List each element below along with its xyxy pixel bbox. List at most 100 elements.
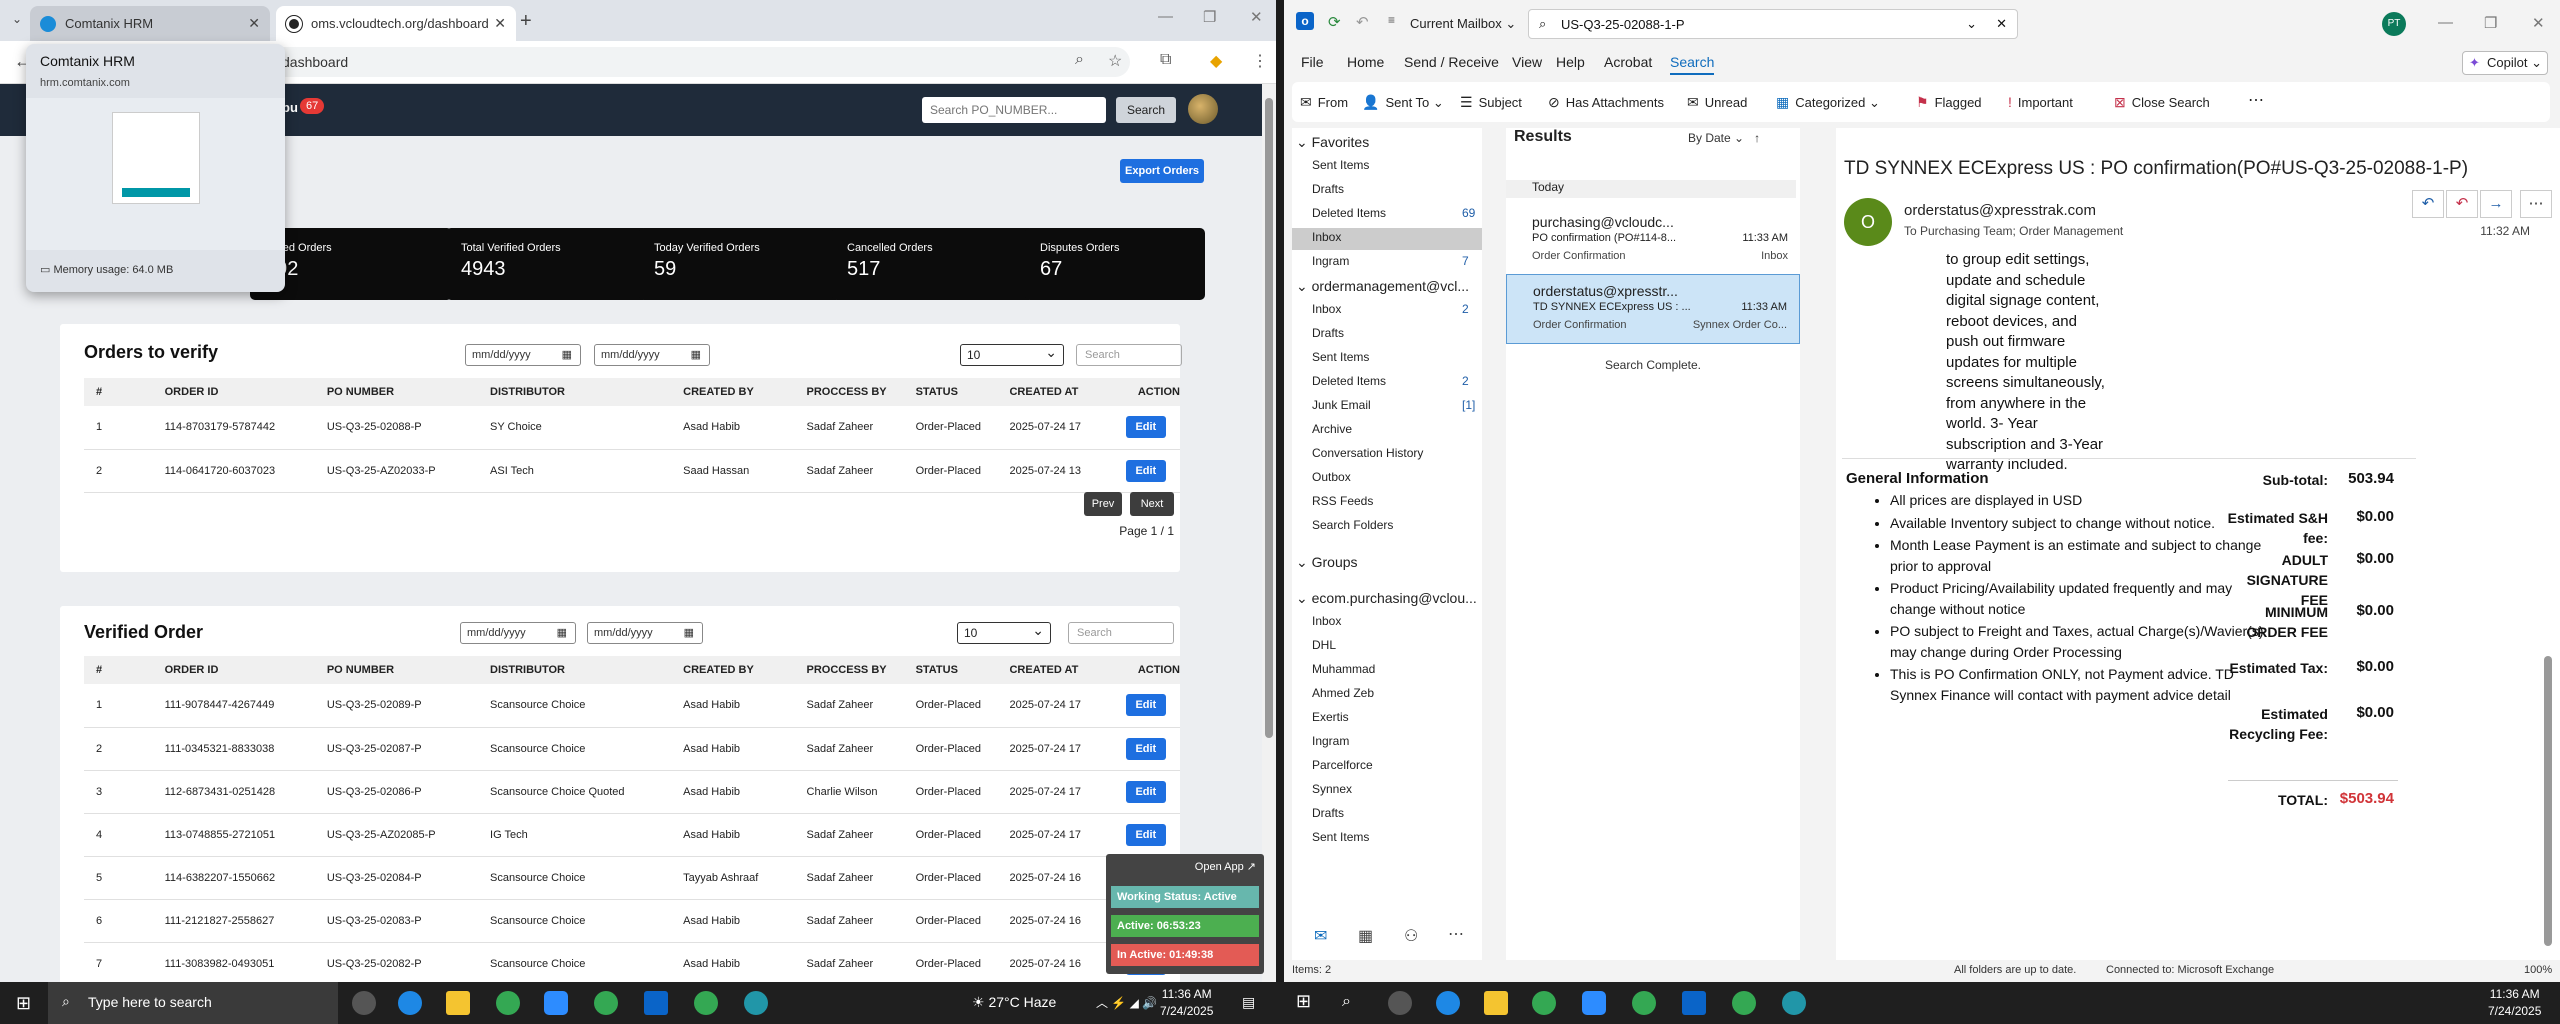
task-view-icon[interactable]: [1388, 991, 1412, 1015]
folder-item[interactable]: Inbox: [1312, 614, 1341, 628]
column-header[interactable]: DISTRIBUTOR: [478, 378, 672, 406]
undo-icon[interactable]: ↶: [1356, 13, 1369, 31]
folder-item[interactable]: Archive: [1312, 422, 1352, 436]
message-item[interactable]: purchasing@vcloudc... PO confirmation (P…: [1506, 206, 1800, 276]
edge-icon[interactable]: [398, 991, 422, 1015]
notifications-icon[interactable]: ▤: [1242, 994, 1255, 1011]
folder-item[interactable]: Synnex: [1312, 782, 1352, 796]
column-header[interactable]: PROCCESS BY: [794, 656, 904, 684]
folder-item[interactable]: Sent Items: [1312, 830, 1369, 844]
from-date-input[interactable]: mm/dd/yyyy: [465, 344, 581, 366]
menu-help[interactable]: Help: [1556, 54, 1585, 70]
export-orders-button[interactable]: Export Orders: [1120, 159, 1204, 183]
column-header[interactable]: CREATED BY: [671, 656, 795, 684]
column-header[interactable]: #: [84, 656, 153, 684]
date-group-header[interactable]: Today: [1506, 180, 1796, 198]
folder-item[interactable]: Inbox: [1312, 302, 1341, 316]
folder-item[interactable]: Ingram: [1312, 734, 1349, 748]
menu-view[interactable]: View: [1512, 54, 1542, 70]
ribbon-has-attachments[interactable]: ⊘ Has Attachments: [1548, 94, 1664, 111]
extensions-icon[interactable]: ⧉: [1160, 51, 1171, 69]
tab-oms-dashboard[interactable]: oms.vcloudtech.org/dashboard ✕: [276, 6, 516, 41]
column-header[interactable]: ACTION: [1125, 656, 1180, 684]
maximize-icon[interactable]: ❐: [2484, 14, 2497, 32]
po-search-input[interactable]: [922, 97, 1106, 123]
menu-search[interactable]: Search: [1670, 54, 1715, 75]
windows-start-icon[interactable]: ⊞: [1296, 991, 1311, 1012]
menu-send-receive[interactable]: Send / Receive: [1404, 54, 1499, 70]
folder-item[interactable]: Conversation History: [1312, 446, 1423, 460]
edit-button[interactable]: Edit: [1125, 459, 1166, 482]
chrome-icon[interactable]: [1732, 991, 1756, 1015]
ribbon-subject[interactable]: ☰ Subject: [1460, 94, 1522, 111]
from-date-input[interactable]: mm/dd/yyyy: [460, 622, 576, 644]
clock[interactable]: 11:36 AM 7/24/2025: [1160, 986, 1213, 1020]
ribbon-sent-to[interactable]: 👤 Sent To ⌄: [1362, 94, 1444, 111]
chrome-icon[interactable]: [1632, 991, 1656, 1015]
menu-file[interactable]: File: [1301, 54, 1324, 70]
close-tab-icon[interactable]: ✕: [494, 15, 506, 32]
app-icon[interactable]: [1782, 991, 1806, 1015]
folder-item[interactable]: Muhammad: [1312, 662, 1375, 676]
menu-acrobat[interactable]: Acrobat: [1604, 54, 1652, 70]
column-header[interactable]: #: [84, 378, 153, 406]
folder-item[interactable]: Junk Email: [1312, 398, 1371, 412]
outlook-icon[interactable]: [1682, 991, 1706, 1015]
tab-comtanix-hrm[interactable]: Comtanix HRM ✕: [30, 6, 270, 41]
edit-button[interactable]: Edit: [1125, 737, 1166, 760]
extension-icon[interactable]: ◆: [1210, 51, 1222, 71]
search-scope-dropdown[interactable]: Current Mailbox ⌄: [1410, 16, 1516, 32]
folder-item[interactable]: Sent Items: [1312, 158, 1369, 172]
file-explorer-icon[interactable]: [1484, 991, 1508, 1015]
message-item-selected[interactable]: orderstatus@xpresstr... TD SYNNEX ECExpr…: [1506, 274, 1800, 344]
table-search-input[interactable]: Search: [1076, 344, 1182, 366]
tab-search-icon[interactable]: ⌄: [12, 12, 22, 26]
ribbon-close-search[interactable]: ⊠ Close Search: [2114, 94, 2210, 111]
folder-item[interactable]: DHL: [1312, 638, 1336, 652]
table-search-input[interactable]: Search: [1068, 622, 1174, 644]
more-options-icon[interactable]: ⋯: [2248, 90, 2264, 110]
folder-item[interactable]: Sent Items: [1312, 350, 1369, 364]
folder-item[interactable]: Deleted Items: [1312, 206, 1386, 220]
edit-button[interactable]: Edit: [1125, 780, 1166, 803]
ribbon-flagged[interactable]: ⚑ Flagged: [1916, 94, 1982, 111]
chrome-icon[interactable]: [594, 991, 618, 1015]
zoom-app-icon[interactable]: [544, 991, 568, 1015]
open-app-link[interactable]: Open App ↗: [1195, 860, 1256, 873]
column-header[interactable]: ORDER ID: [152, 378, 315, 406]
page-scrollbar[interactable]: [1262, 84, 1276, 982]
scroll-thumb[interactable]: [1265, 98, 1273, 738]
edit-button[interactable]: Edit: [1125, 416, 1166, 439]
folder-item[interactable]: Inbox: [1312, 230, 1341, 244]
menu-home[interactable]: Home: [1347, 54, 1384, 70]
folder-group-header[interactable]: ⌄ Favorites: [1296, 134, 1369, 151]
folder-item[interactable]: Drafts: [1312, 806, 1344, 820]
page-size-select[interactable]: 10: [960, 344, 1064, 366]
zoom-icon[interactable]: ⌕: [1075, 51, 1084, 69]
to-date-input[interactable]: mm/dd/yyyy: [594, 344, 710, 366]
quick-access-icon[interactable]: ≡: [1388, 13, 1395, 27]
system-tray-icons[interactable]: ︿ ⚡ ◢ 🔊: [1096, 994, 1157, 1011]
clock[interactable]: 11:36 AM 7/24/2025: [2488, 986, 2541, 1020]
folder-item[interactable]: Drafts: [1312, 182, 1344, 196]
column-header[interactable]: PO NUMBER: [314, 656, 479, 684]
ribbon-unread[interactable]: ✉ Unread: [1687, 94, 1747, 111]
reading-scroll-thumb[interactable]: [2544, 656, 2552, 946]
folder-item[interactable]: Deleted Items: [1312, 374, 1386, 388]
minimize-icon[interactable]: —: [1158, 8, 1173, 25]
folder-item[interactable]: Exertis: [1312, 710, 1349, 724]
outlook-search-input[interactable]: ⌕ US-Q3-25-02088-1-P ⌄ ✕: [1528, 9, 2018, 39]
search-icon[interactable]: ⌕: [1342, 993, 1351, 1011]
column-header[interactable]: STATUS: [903, 378, 998, 406]
ribbon-important[interactable]: ! Important: [2008, 94, 2073, 110]
edge-icon[interactable]: [1436, 991, 1460, 1015]
taskbar-search[interactable]: ⌕ Type here to search: [48, 982, 338, 1024]
folder-group-header[interactable]: ⌄ Groups: [1296, 554, 1358, 571]
more-actions-icon[interactable]: ⋯: [2520, 190, 2552, 218]
reply-all-icon[interactable]: ↶: [2446, 190, 2478, 218]
more-apps-icon[interactable]: ⋯: [1448, 924, 1464, 944]
bookmark-star-icon[interactable]: ☆: [1108, 51, 1122, 71]
edit-button[interactable]: Edit: [1125, 694, 1166, 717]
app-icon[interactable]: [744, 991, 768, 1015]
address-bar[interactable]: dashboard: [150, 47, 1130, 77]
